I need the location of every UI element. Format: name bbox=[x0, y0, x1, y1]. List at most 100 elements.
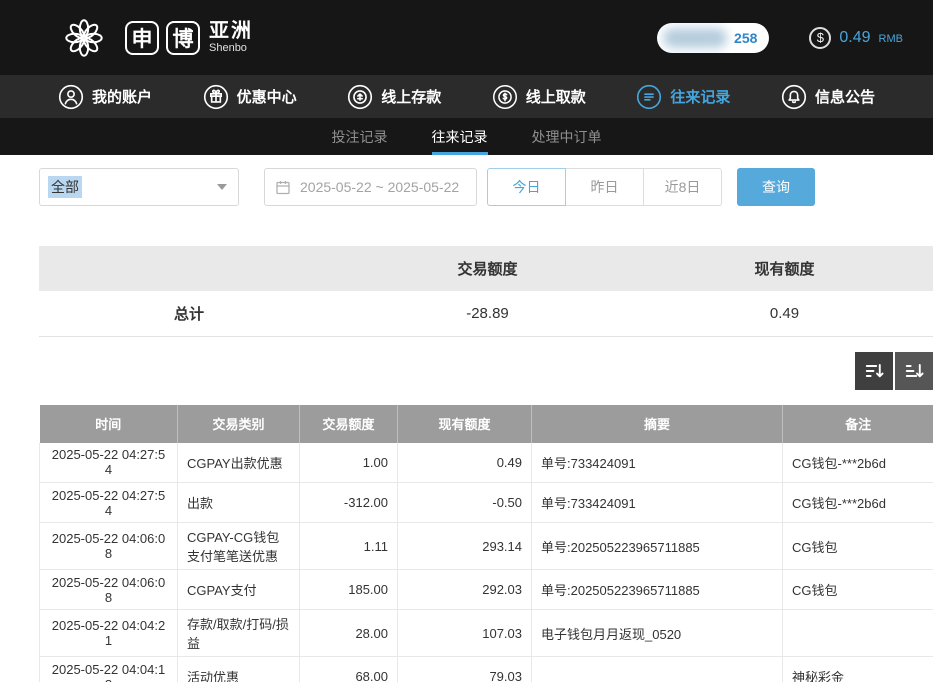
nav-item-my-account[interactable]: 我的账户 bbox=[58, 84, 152, 110]
gift-icon bbox=[203, 84, 229, 110]
tab-transfer-records[interactable]: 往来记录 bbox=[432, 118, 488, 155]
table-cell: 单号:733424091 bbox=[532, 483, 783, 523]
tab-bet-records[interactable]: 投注记录 bbox=[332, 118, 388, 155]
summary-row: 总计 -28.89 0.49 bbox=[39, 291, 933, 336]
sort-descending-icon bbox=[864, 361, 884, 381]
main-nav: 我的账户 优惠中心 线上存款 线上取款 bbox=[0, 75, 933, 118]
table-row: 2025-05-22 04:06:08CGPAY支付185.00292.03单号… bbox=[40, 570, 933, 610]
table-cell: -312.00 bbox=[300, 483, 398, 523]
table-cell: 293.14 bbox=[398, 523, 532, 570]
balance-amount: 0.49 bbox=[839, 29, 870, 47]
table-cell: 2025-05-22 04:04:18 bbox=[40, 657, 178, 682]
table-cell bbox=[532, 657, 783, 682]
tab-pending-orders[interactable]: 处理中订单 bbox=[532, 118, 602, 155]
quick-filter-last8days[interactable]: 近8日 bbox=[643, 168, 722, 206]
transfer-records-icon bbox=[636, 84, 662, 110]
table-cell: 单号:202505223965711885 bbox=[532, 523, 783, 570]
table-cell: 电子钱包月月返现_0520 bbox=[532, 610, 783, 657]
table-cell: 2025-05-22 04:04:21 bbox=[40, 610, 178, 657]
date-range-input[interactable]: 2025-05-22 ~ 2025-05-22 bbox=[264, 168, 477, 206]
table-cell: 2025-05-22 04:06:08 bbox=[40, 570, 178, 610]
quick-filter-today[interactable]: 今日 bbox=[487, 168, 566, 206]
account-id-pill[interactable]: 258 bbox=[657, 23, 769, 53]
table-cell: 出款 bbox=[178, 483, 300, 523]
summary-header-empty bbox=[39, 246, 339, 291]
summary-total-label: 总计 bbox=[39, 291, 339, 336]
summary-header-row: 交易额度 现有额度 bbox=[39, 246, 933, 291]
nav-item-label: 线上取款 bbox=[526, 86, 586, 107]
column-header: 交易类别 bbox=[178, 405, 300, 443]
brand-region-block: 亚洲 Shenbo bbox=[209, 20, 253, 54]
table-cell: 2025-05-22 04:06:08 bbox=[40, 523, 178, 570]
column-header: 时间 bbox=[40, 405, 178, 443]
table-cell: 1.00 bbox=[300, 443, 398, 483]
column-header: 现有额度 bbox=[398, 405, 532, 443]
nav-item-announcements[interactable]: 信息公告 bbox=[781, 84, 875, 110]
deposit-coin-icon bbox=[347, 84, 373, 110]
filter-bar: 全部 2025-05-22 ~ 2025-05-22 今日 昨日 近8日 查询 bbox=[39, 168, 933, 206]
table-cell: 185.00 bbox=[300, 570, 398, 610]
topbar: 申 博 亚洲 Shenbo 258 $ 0.49 RMB bbox=[0, 0, 933, 75]
bell-icon bbox=[781, 84, 807, 110]
brand-char-shen-text: 申 bbox=[132, 23, 153, 53]
brand-subtitle: Shenbo bbox=[209, 42, 253, 54]
transactions-table: 时间交易类别交易额度现有额度摘要备注 2025-05-22 04:27:54CG… bbox=[39, 405, 933, 682]
table-cell: CG钱包-***2b6d bbox=[783, 443, 933, 483]
column-header: 交易额度 bbox=[300, 405, 398, 443]
table-header-row: 时间交易类别交易额度现有额度摘要备注 bbox=[40, 405, 933, 443]
table-cell: -0.50 bbox=[398, 483, 532, 523]
type-select-value: 全部 bbox=[48, 176, 82, 198]
summary-header-transaction: 交易额度 bbox=[339, 246, 636, 291]
account-id-suffix: 258 bbox=[734, 30, 757, 46]
column-header: 备注 bbox=[783, 405, 933, 443]
quick-filter-group: 今日 昨日 近8日 bbox=[487, 168, 722, 206]
nav-item-deposit[interactable]: 线上存款 bbox=[347, 84, 441, 110]
censored-account-blur bbox=[663, 28, 727, 48]
column-header: 摘要 bbox=[532, 405, 783, 443]
nav-item-label: 往来记录 bbox=[670, 86, 730, 107]
table-cell: CGPAY支付 bbox=[178, 570, 300, 610]
nav-item-records[interactable]: 往来记录 bbox=[636, 84, 730, 110]
table-cell: 单号:733424091 bbox=[532, 443, 783, 483]
user-icon bbox=[58, 84, 84, 110]
balance-display[interactable]: $ 0.49 RMB bbox=[809, 27, 903, 49]
brand: 申 博 亚洲 Shenbo bbox=[60, 14, 253, 62]
table-cell: 2025-05-22 04:27:54 bbox=[40, 443, 178, 483]
brand-region: 亚洲 bbox=[209, 20, 253, 42]
table-cell: 68.00 bbox=[300, 657, 398, 682]
table-cell: 107.03 bbox=[398, 610, 532, 657]
sort-controls bbox=[0, 352, 933, 390]
nav-item-label: 信息公告 bbox=[815, 86, 875, 107]
table-cell: 292.03 bbox=[398, 570, 532, 610]
flower-logo-icon bbox=[60, 14, 108, 62]
dollar-icon: $ bbox=[809, 27, 831, 49]
brand-char-bo-text: 博 bbox=[173, 23, 194, 53]
table-cell: 单号:202505223965711885 bbox=[532, 570, 783, 610]
table-cell: 1.11 bbox=[300, 523, 398, 570]
table-cell: CG钱包 bbox=[783, 570, 933, 610]
summary-header-current: 现有额度 bbox=[636, 246, 933, 291]
search-button[interactable]: 查询 bbox=[737, 168, 815, 206]
nav-item-label: 线上存款 bbox=[381, 86, 441, 107]
subnav: 投注记录 往来记录 处理中订单 bbox=[0, 118, 933, 155]
nav-item-promotions[interactable]: 优惠中心 bbox=[203, 84, 297, 110]
balance-currency: RMB bbox=[879, 30, 903, 45]
table-row: 2025-05-22 04:04:21存款/取款/打码/损益28.00107.0… bbox=[40, 610, 933, 657]
sort-ascending-button[interactable] bbox=[895, 352, 933, 390]
table-cell: CGPAY-CG钱包支付笔笔送优惠 bbox=[178, 523, 300, 570]
sort-ascending-icon bbox=[904, 361, 924, 381]
topbar-right: 258 $ 0.49 RMB bbox=[657, 23, 903, 53]
summary-current-total: 0.49 bbox=[636, 291, 933, 336]
table-cell: CG钱包-***2b6d bbox=[783, 483, 933, 523]
brand-char-bo: 博 bbox=[166, 21, 200, 55]
type-select[interactable]: 全部 bbox=[39, 168, 239, 206]
sort-descending-button[interactable] bbox=[855, 352, 893, 390]
table-row: 2025-05-22 04:06:08CGPAY-CG钱包支付笔笔送优惠1.11… bbox=[40, 523, 933, 570]
nav-item-withdraw[interactable]: 线上取款 bbox=[492, 84, 586, 110]
table-cell: 0.49 bbox=[398, 443, 532, 483]
transactions-body: 2025-05-22 04:27:54CGPAY出款优惠1.000.49单号:7… bbox=[40, 443, 933, 682]
quick-filter-yesterday[interactable]: 昨日 bbox=[565, 168, 644, 206]
calendar-icon bbox=[275, 179, 291, 195]
table-cell: 28.00 bbox=[300, 610, 398, 657]
table-row: 2025-05-22 04:27:54出款-312.00-0.50单号:7334… bbox=[40, 483, 933, 523]
